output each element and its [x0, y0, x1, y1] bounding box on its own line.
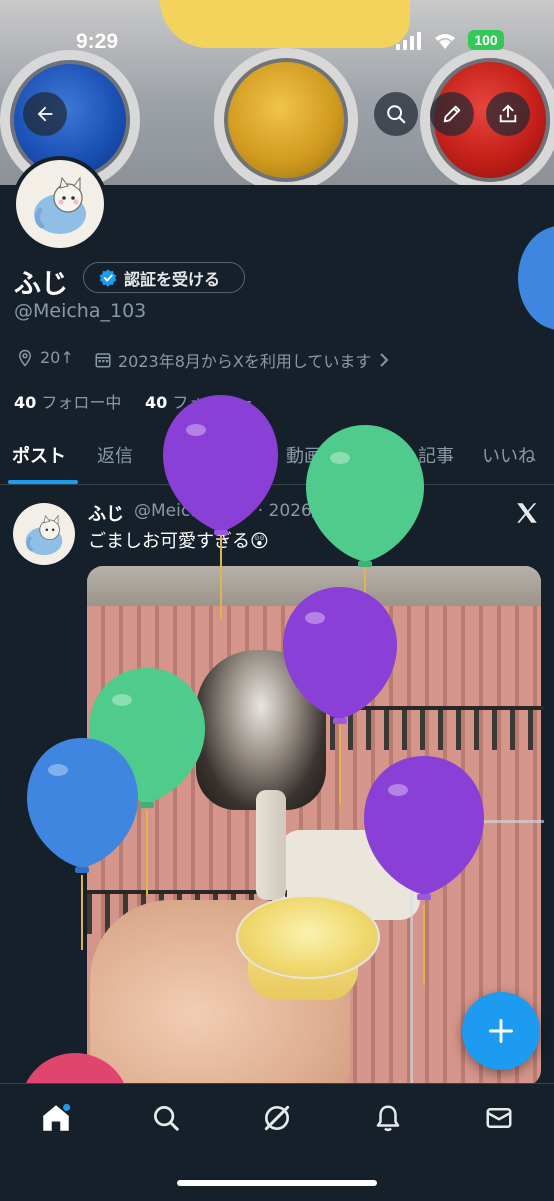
x-logo-icon	[514, 500, 540, 530]
search-button[interactable]	[374, 92, 418, 136]
nav-grok[interactable]	[252, 1098, 302, 1138]
search-icon	[387, 105, 406, 124]
back-button[interactable]	[23, 92, 67, 136]
profile-avatar[interactable]	[12, 156, 108, 252]
search-nav-icon	[154, 1106, 179, 1131]
post-author-name[interactable]: ふじ	[88, 500, 124, 526]
mail-icon	[486, 1108, 512, 1128]
profile-joined[interactable]: 2023年8月からXを利用しています	[94, 348, 391, 372]
wifi-icon	[432, 31, 458, 55]
calendar-icon	[95, 353, 111, 368]
tab-highlights[interactable]: ハイライト	[163, 442, 253, 468]
signal-icon	[396, 32, 422, 54]
cage-shelf	[330, 706, 544, 750]
followers-count: 40	[145, 393, 168, 412]
plus-icon	[489, 1019, 513, 1043]
location-icon	[18, 349, 32, 367]
jelly-top	[236, 895, 380, 979]
share-button[interactable]	[486, 92, 530, 136]
tab-likes[interactable]: いいね	[482, 442, 536, 468]
joined-text: 2023年8月からXを利用しています	[118, 352, 372, 371]
profile-name: ふじ	[14, 269, 68, 300]
following-count: 40	[14, 393, 37, 412]
followers-link[interactable]: 40 フォロワー	[145, 389, 252, 413]
nav-search[interactable]	[141, 1098, 191, 1138]
home-icon	[43, 1102, 72, 1131]
sugar-glider	[196, 650, 326, 810]
battery-indicator: 100	[468, 30, 504, 50]
verify-button[interactable]: 認証を受ける	[83, 262, 245, 293]
tab-posts[interactable]: ポスト	[12, 442, 66, 468]
nav-notifications[interactable]	[363, 1098, 413, 1138]
tab-images[interactable]: 画像	[352, 442, 388, 468]
profile-handle: @Meicha_103	[14, 300, 147, 322]
tab-replies[interactable]: 返信	[97, 442, 133, 468]
bell-icon	[376, 1105, 400, 1132]
nav-home[interactable]	[31, 1098, 81, 1138]
post-text: ごましお可愛すぎる😲	[88, 531, 269, 552]
profile-tabs: ポスト 返信 ハイライト 動画 画像 記事 いいね	[0, 430, 554, 485]
banner-yellow-cup	[214, 48, 358, 185]
status-time: 9:29	[76, 30, 119, 53]
home-indicator	[177, 1180, 377, 1186]
banner-cloth	[160, 0, 410, 48]
back-arrow-icon	[37, 106, 53, 122]
edit-button[interactable]	[430, 92, 474, 136]
post-avatar[interactable]	[13, 503, 75, 565]
share-icon	[499, 104, 517, 123]
post-handle-date: @Meicha_103 · 2026/01/07	[134, 501, 367, 521]
photo-top-object	[87, 566, 541, 606]
profile-banner[interactable]	[0, 0, 554, 185]
edit-icon	[443, 105, 461, 123]
sugar-glider-body	[256, 790, 286, 900]
active-tab-indicator	[8, 480, 78, 484]
following-label: フォロー中	[41, 393, 122, 412]
location-text: 20↑	[40, 348, 74, 367]
chevron-right-icon	[380, 353, 389, 367]
profile-location: 20↑	[16, 348, 74, 367]
nav-messages[interactable]	[474, 1098, 524, 1138]
balloon-blue-edge	[518, 226, 554, 330]
compose-button[interactable]	[462, 992, 540, 1070]
verified-badge-icon	[99, 268, 117, 287]
tab-articles[interactable]: 記事	[418, 442, 454, 468]
grok-icon	[264, 1105, 290, 1131]
following-link[interactable]: 40 フォロー中	[14, 389, 121, 413]
followers-label: フォロワー	[172, 393, 253, 412]
verify-label: 認証を受ける	[124, 269, 221, 289]
tab-videos[interactable]: 動画	[286, 442, 322, 468]
